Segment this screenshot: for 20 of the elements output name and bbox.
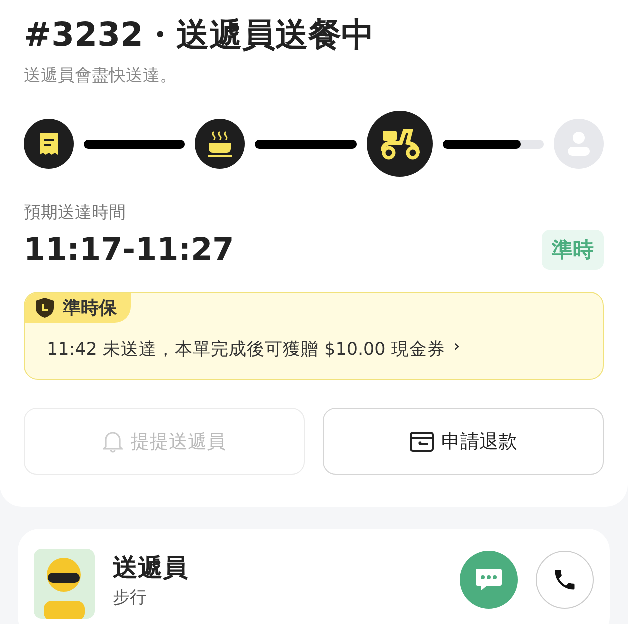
guarantee-tag-text: 準時保	[63, 297, 117, 320]
receipt-icon	[38, 131, 60, 157]
eta-time: 11:17-11:27	[24, 232, 234, 268]
guarantee-message: 11:42 未送達，本單完成後可獲贈 $10.00 現金券	[47, 339, 446, 361]
courier-name: 送遞員	[113, 552, 189, 584]
guarantee-card[interactable]: 準時保 11:42 未送達，本單完成後可獲贈 $10.00 現金券 ›	[24, 292, 604, 380]
chevron-icon: ›	[453, 337, 460, 361]
order-subtitle: 送遞員會盡快送達。	[24, 65, 178, 87]
eta-label: 預期送達時間	[24, 202, 127, 224]
scooter-icon	[378, 127, 421, 161]
bell-icon	[103, 430, 123, 452]
chat-icon	[475, 567, 503, 593]
order-title: #3232・送遞員送餐中	[24, 14, 376, 56]
courier-avatar	[34, 549, 95, 619]
card-icon	[410, 432, 434, 452]
courier-mode: 步行	[113, 587, 148, 609]
person-icon	[566, 131, 591, 157]
action-button[interactable]: 申請退款	[323, 408, 604, 475]
on-time-badge: 準時	[542, 230, 604, 270]
shield-clock-icon	[35, 297, 55, 319]
